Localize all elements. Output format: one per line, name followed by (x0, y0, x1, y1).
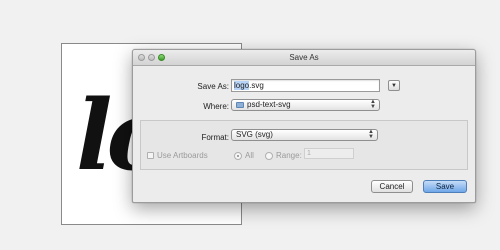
format-value: SVG (svg) (236, 130, 273, 139)
filename-extension: .svg (249, 81, 264, 90)
close-window-icon[interactable] (138, 54, 145, 61)
use-artboards-label: Use Artboards (157, 151, 208, 160)
where-label: Where: (203, 102, 229, 111)
range-option[interactable]: Range: (265, 151, 302, 160)
use-artboards-checkbox[interactable] (147, 152, 154, 159)
dialog-titlebar[interactable]: Save As (133, 50, 475, 66)
minimize-window-icon[interactable] (148, 54, 155, 61)
all-label: All (245, 151, 254, 160)
all-option[interactable]: All (234, 151, 254, 160)
options-panel (140, 120, 468, 170)
cancel-button[interactable]: Cancel (371, 180, 413, 193)
range-label: Range: (276, 151, 302, 160)
filename-input[interactable]: logo.svg (231, 79, 380, 92)
save-as-label: Save As: (197, 82, 229, 91)
updown-arrows-icon: ▲ ▼ (370, 99, 376, 110)
filename-selected-text: logo (234, 81, 250, 90)
range-input[interactable]: 1 (304, 148, 354, 159)
where-value: psd-text-svg (247, 100, 291, 109)
triangle-down-icon: ▼ (391, 82, 397, 89)
format-popup[interactable]: SVG (svg) ▲ ▼ (231, 129, 378, 141)
save-button[interactable]: Save (423, 180, 467, 193)
updown-arrows-icon: ▲ ▼ (368, 129, 374, 140)
folder-icon (236, 101, 244, 108)
save-as-dialog: Save As Save As: logo.svg ▼ Where: psd-t… (132, 49, 476, 203)
zoom-window-icon[interactable] (158, 54, 165, 61)
format-label: Format: (201, 133, 229, 142)
range-radio[interactable] (265, 151, 273, 160)
all-radio[interactable] (234, 151, 242, 160)
dialog-title: Save As (289, 53, 319, 62)
where-popup[interactable]: psd-text-svg ▲ ▼ (231, 99, 380, 111)
expand-browser-button[interactable]: ▼ (388, 80, 400, 91)
use-artboards-option[interactable]: Use Artboards (147, 151, 208, 160)
